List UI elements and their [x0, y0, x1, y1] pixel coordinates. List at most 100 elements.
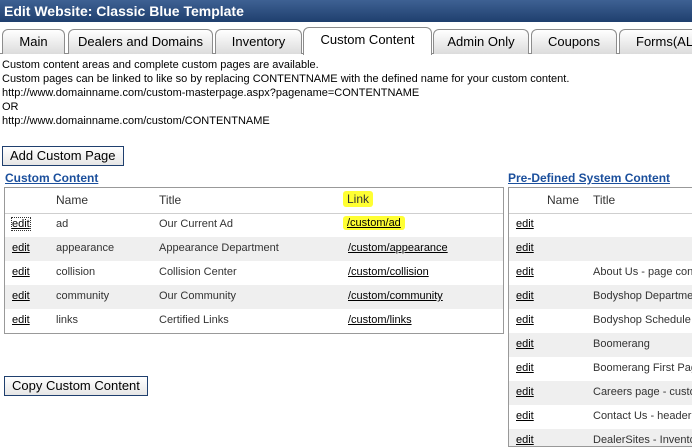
column-header-name[interactable]: Name — [547, 193, 579, 207]
row-name: ad — [56, 218, 69, 230]
edit-link[interactable]: edit — [12, 242, 30, 254]
edit-link[interactable]: edit — [516, 242, 534, 254]
predefined-content-row: edit — [509, 237, 692, 261]
row-action-cell: edit — [516, 314, 534, 326]
edit-link[interactable]: edit — [516, 362, 534, 374]
column-header-link[interactable]: Link — [343, 191, 374, 207]
row-action-cell: edit — [516, 338, 534, 350]
edit-link[interactable]: edit — [516, 338, 534, 350]
row-link-cell: /custom/appearance — [348, 242, 448, 254]
custom-content-heading-link[interactable]: Custom Content — [5, 171, 98, 185]
custom-content-row: edit community Our Community/custom/commun… — [5, 285, 503, 309]
custom-content-row: edit ad Our Current Ad/custom/ad — [5, 213, 503, 237]
predefined-content-row: edit Careers page - custom — [509, 381, 692, 405]
predefined-content-row: edit — [509, 213, 692, 237]
predefined-content-grid: Name Title edit edit edit About Us - page c… — [508, 187, 692, 447]
predefined-content-heading-link[interactable]: Pre-Defined System Content — [508, 171, 670, 185]
custom-page-link[interactable]: /custom/community — [348, 290, 443, 302]
predefined-content-row: edit Bodyshop Schedule — [509, 309, 692, 333]
row-action-cell: edit — [516, 242, 534, 254]
row-name: collision — [56, 266, 96, 278]
predefined-content-row: edit Bodyshop Department — [509, 285, 692, 309]
edit-link[interactable]: edit — [516, 218, 534, 230]
row-action-cell: edit — [12, 314, 30, 326]
copy-custom-content-button[interactable]: Copy Custom Content — [4, 376, 148, 396]
example-url-custom: http://www.domainname.com/custom/CONTENT… — [2, 115, 270, 127]
row-name: community — [56, 290, 110, 302]
edit-link[interactable]: edit — [516, 266, 534, 278]
row-title: Our Current Ad — [159, 218, 233, 230]
predefined-content-row: edit About Us - page content — [509, 261, 692, 285]
edit-link[interactable]: edit — [11, 217, 31, 231]
add-custom-page-button[interactable]: Add Custom Page — [2, 146, 124, 166]
tab-main[interactable]: Main — [2, 29, 65, 54]
tab-dealers-and-domains[interactable]: Dealers and Domains — [68, 29, 213, 54]
predefined-content-row: edit Boomerang First Page — [509, 357, 692, 381]
row-action-cell: edit — [516, 218, 534, 230]
row-title: Bodyshop Schedule — [593, 314, 691, 326]
custom-content-grid-header: Name Title Link — [5, 188, 503, 214]
row-action-cell: edit — [12, 290, 30, 302]
row-name: links — [56, 314, 79, 326]
edit-link[interactable]: edit — [516, 314, 534, 326]
row-action-cell: edit — [516, 266, 534, 278]
custom-page-link[interactable]: /custom/ad — [347, 217, 401, 229]
row-link-cell: /custom/community — [348, 290, 443, 302]
tab-bar: Main Dealers and Domains Inventory Custo… — [0, 27, 692, 55]
edit-link[interactable]: edit — [516, 410, 534, 422]
custom-page-link[interactable]: /custom/appearance — [348, 242, 448, 254]
predefined-content-row: edit Boomerang — [509, 333, 692, 357]
predefined-content-row: edit DealerSites - Inventory — [509, 429, 692, 446]
row-title: Careers page - custom — [593, 386, 692, 398]
row-title: Certified Links — [159, 314, 229, 326]
predefined-grid-header: Name Title — [509, 188, 692, 214]
predefined-content-row: edit Contact Us - header — [509, 405, 692, 429]
row-action-cell: edit — [12, 242, 30, 254]
row-title: Our Community — [159, 290, 237, 302]
row-title: Contact Us - header — [593, 410, 692, 422]
row-action-cell: edit — [12, 266, 30, 278]
custom-content-grid: Name Title Link edit ad Our Current Ad/cus… — [4, 187, 504, 334]
custom-content-row: edit links Certified Links/custom/links — [5, 309, 503, 333]
custom-page-link[interactable]: /custom/collision — [348, 266, 429, 278]
edit-link[interactable]: edit — [516, 290, 534, 302]
row-title: Appearance Department — [159, 242, 279, 254]
tab-admin-only[interactable]: Admin Only — [433, 29, 529, 54]
row-action-cell: edit — [516, 410, 534, 422]
row-action-cell: edit — [516, 386, 534, 398]
custom-content-row: edit collision Collision Center/custom/col… — [5, 261, 503, 285]
window-title: Edit Website: Classic Blue Template — [0, 0, 692, 22]
edit-link[interactable]: edit — [516, 434, 534, 446]
column-header-title[interactable]: Title — [593, 193, 615, 207]
custom-content-row: edit appearance Appearance Department/cust… — [5, 237, 503, 261]
row-action-cell: edit — [516, 290, 534, 302]
row-name: appearance — [56, 242, 115, 254]
row-action-cell: edit — [11, 217, 31, 231]
custom-page-link[interactable]: /custom/links — [348, 314, 412, 326]
row-link-cell: /custom/collision — [348, 266, 429, 278]
tab-forms-alpha[interactable]: Forms(ALPHA) — [619, 29, 692, 54]
column-header-title[interactable]: Title — [159, 193, 181, 207]
instructions-line: Custom content areas and complete custom… — [2, 59, 319, 71]
column-header-name[interactable]: Name — [56, 193, 88, 207]
custom-content-instructions: Custom content areas and complete custom… — [2, 58, 569, 128]
row-action-cell: edit — [516, 434, 534, 446]
row-link-cell: /custom/ad — [343, 216, 405, 230]
row-action-cell: edit — [516, 362, 534, 374]
row-link-cell: /custom/links — [348, 314, 412, 326]
row-title: Boomerang — [593, 338, 650, 350]
edit-link[interactable]: edit — [12, 314, 30, 326]
tab-inventory[interactable]: Inventory — [215, 29, 302, 54]
row-title: About Us - page content — [593, 266, 692, 278]
row-title: Boomerang First Page — [593, 362, 692, 374]
edit-link[interactable]: edit — [12, 290, 30, 302]
tab-coupons[interactable]: Coupons — [531, 29, 617, 54]
row-title: DealerSites - Inventory — [593, 434, 692, 446]
edit-link[interactable]: edit — [516, 386, 534, 398]
example-url-masterpage: http://www.domainname.com/custom-masterp… — [2, 87, 420, 99]
instructions-or: OR — [2, 101, 19, 113]
tab-custom-content[interactable]: Custom Content — [303, 27, 432, 55]
edit-link[interactable]: edit — [12, 266, 30, 278]
instructions-line: Custom pages can be linked to like so by… — [2, 73, 570, 85]
row-title: Bodyshop Department — [593, 290, 692, 302]
